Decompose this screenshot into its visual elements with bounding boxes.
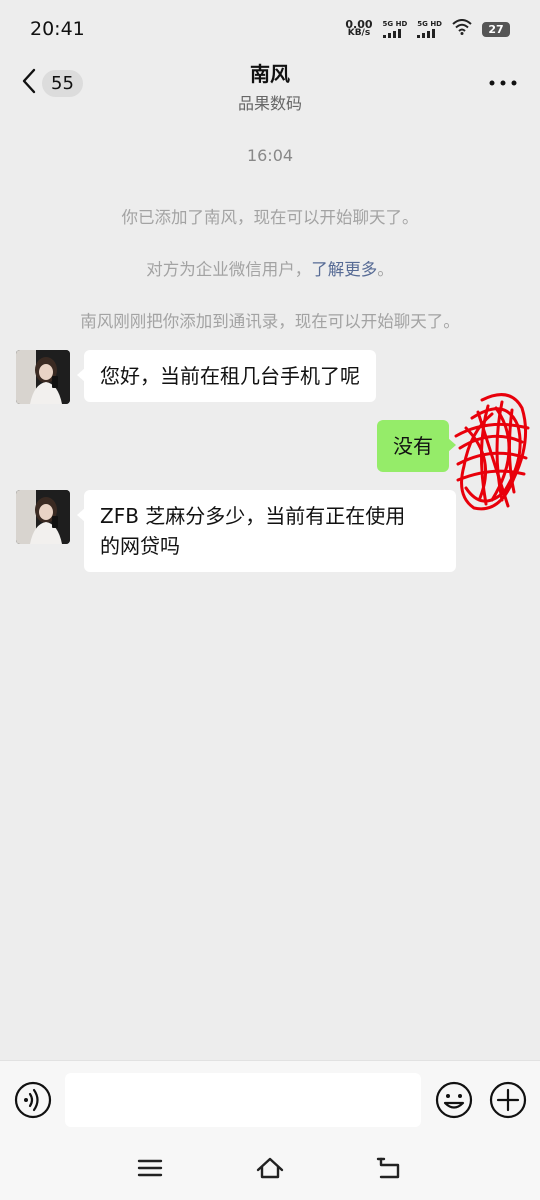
more-dots-icon <box>488 80 518 102</box>
message-bubble[interactable]: 您好，当前在租几台手机了呢 <box>77 350 376 402</box>
message-timestamp: 16:04 <box>246 146 294 165</box>
system-message-text: 对方为企业微信用户， <box>146 260 312 279</box>
wifi-icon <box>452 19 472 39</box>
system-back-button[interactable] <box>376 1154 404 1186</box>
message-row-self: 没有 <box>377 420 456 472</box>
voice-button[interactable] <box>13 1080 53 1124</box>
message-bubble-self[interactable]: 没有 <box>377 420 456 472</box>
message-row-contact: 您好，当前在租几台手机了呢 <box>16 350 376 404</box>
status-bar: 20:41 0.00 KB/s 5G HD 5G HD 27 <box>0 0 540 58</box>
system-nav-bar <box>0 1140 540 1200</box>
message-text-line: 的网贷吗 <box>100 534 180 558</box>
signal-sim2-icon: 5G HD <box>417 20 442 38</box>
more-button[interactable] <box>488 68 518 102</box>
input-bar <box>0 1060 540 1140</box>
network-speed: 0.00 KB/s <box>345 19 372 38</box>
signal-sim1-icon: 5G HD <box>382 20 408 38</box>
back-icon <box>376 1157 404 1186</box>
system-message: 南风刚刚把你添加到通讯录，现在可以开始聊天了。 <box>80 312 460 331</box>
recent-apps-button[interactable] <box>136 1154 164 1186</box>
status-indicators: 0.00 KB/s 5G HD 5G HD 27 <box>345 19 510 39</box>
status-time: 20:41 <box>30 18 85 40</box>
redaction-scribble <box>454 393 530 511</box>
voice-icon <box>13 1081 53 1124</box>
chat-title-area: 南风 品果数码 <box>0 58 540 114</box>
system-message-enterprise: 对方为企业微信用户，了解更多。 <box>0 256 540 280</box>
message-text: 您好，当前在租几台手机了呢 <box>100 364 360 388</box>
home-icon <box>255 1157 285 1186</box>
more-functions-button[interactable] <box>488 1080 528 1124</box>
message-row-contact: ZFB 芝麻分多少，当前有正在使用 的网贷吗 <box>16 490 456 572</box>
emoji-button[interactable] <box>434 1080 474 1124</box>
chat-header: 55 南风 品果数码 <box>0 58 540 114</box>
message-text: 没有 <box>393 434 433 458</box>
network-speed-unit: KB/s <box>347 28 371 38</box>
sim2-label: 5G HD <box>417 20 442 28</box>
battery-icon: 27 <box>482 21 510 37</box>
system-message: 你已添加了南风，现在可以开始聊天了。 <box>121 208 419 227</box>
contact-avatar[interactable] <box>16 490 70 544</box>
message-bubble[interactable]: ZFB 芝麻分多少，当前有正在使用 的网贷吗 <box>77 490 456 572</box>
message-input[interactable] <box>65 1073 421 1127</box>
chat-subtitle: 品果数码 <box>237 94 302 113</box>
sim1-label: 5G HD <box>382 20 408 28</box>
message-text-line: ZFB 芝麻分多少，当前有正在使用 <box>100 504 406 528</box>
plus-icon <box>488 1081 528 1124</box>
battery-level: 27 <box>488 22 504 36</box>
home-button[interactable] <box>255 1154 285 1186</box>
system-message-suffix: 。 <box>377 260 394 279</box>
chat-title: 南风 <box>250 62 290 86</box>
emoji-icon <box>434 1081 474 1124</box>
contact-avatar[interactable] <box>16 350 70 404</box>
menu-icon <box>136 1159 164 1186</box>
learn-more-link[interactable]: 了解更多 <box>311 260 377 279</box>
